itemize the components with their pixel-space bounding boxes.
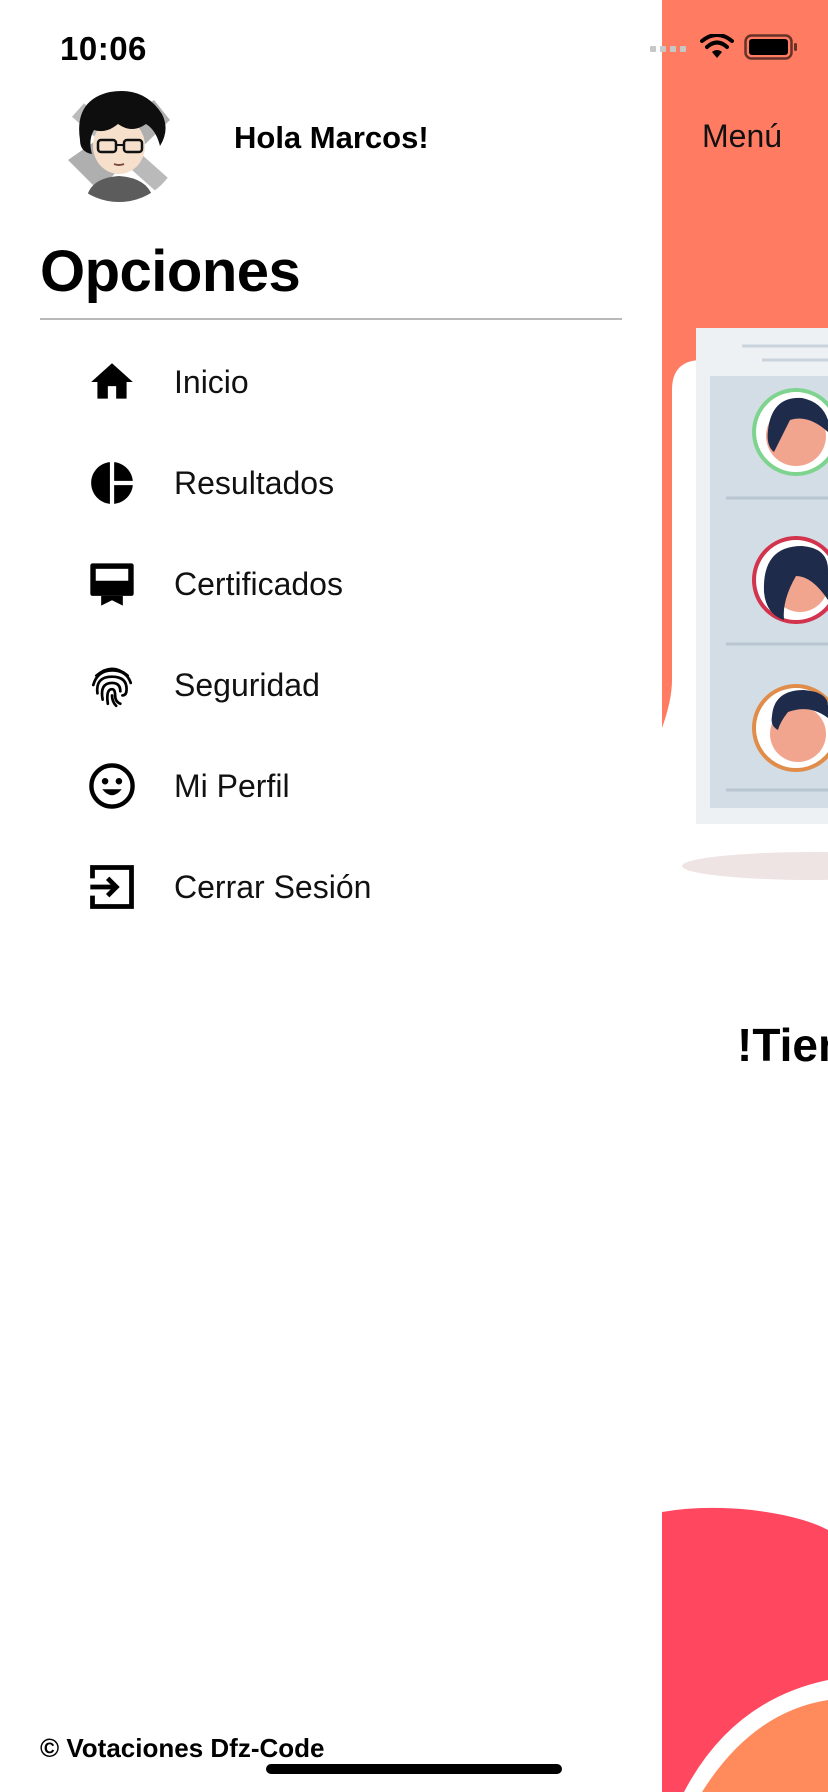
menu-item-label: Seguridad [174,666,320,703]
menu-item-label: Certificados [174,565,343,602]
battery-icon [744,34,798,65]
menu-item-mi-perfil[interactable]: Mi Perfil [0,746,662,826]
status-icons [650,33,798,65]
avatar[interactable] [58,80,180,202]
menu-item-label: Cerrar Sesión [174,868,372,905]
menu-item-label: Resultados [174,464,335,501]
section-title: Opciones [40,239,301,304]
main-screen: Menú !Tien [662,0,828,1792]
home-indicator[interactable] [266,1764,562,1774]
menu-item-seguridad[interactable]: Seguridad [0,645,662,725]
menu-item-label: Mi Perfil [174,767,290,804]
menu-item-cerrar-sesion[interactable]: Cerrar Sesión [0,847,662,927]
menu-item-resultados[interactable]: Resultados [0,443,662,523]
footer-copyright: © Votaciones Dfz-Code [40,1733,325,1763]
smiley-face-icon [84,758,140,814]
greeting: Hola Marcos! [234,120,429,155]
home-icon [84,354,140,410]
background-decoration [662,0,828,1792]
menu-title[interactable]: Menú [702,118,782,155]
pie-chart-icon [84,455,140,511]
side-drawer: Hola Marcos! Opciones Inicio Resultados [0,0,662,1792]
main-heading: !Tien [737,1019,828,1071]
status-time: 10:06 [60,30,147,67]
fingerprint-icon [84,657,140,713]
menu-item-certificados[interactable]: Certificados [0,544,662,624]
logout-icon [84,859,140,915]
signal-icon [650,41,690,59]
wifi-icon [700,33,734,65]
menu-item-inicio[interactable]: Inicio [0,342,662,422]
certificate-icon [84,556,140,612]
divider [40,318,622,320]
menu-item-label: Inicio [174,363,249,400]
